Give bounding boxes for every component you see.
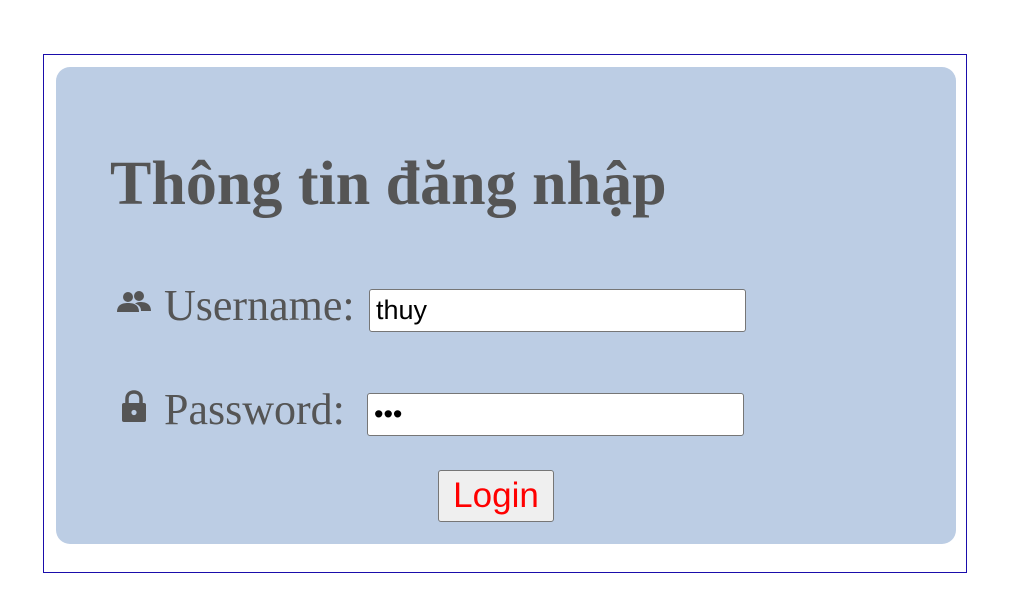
- password-label: Password:: [164, 385, 345, 434]
- lock-icon: [120, 390, 148, 424]
- username-label: Username:: [164, 281, 355, 330]
- people-icon: [116, 289, 152, 317]
- password-input[interactable]: [367, 393, 744, 436]
- page-title: Thông tin đăng nhập: [110, 150, 667, 218]
- username-input[interactable]: [369, 289, 746, 332]
- login-button[interactable]: Login: [438, 470, 554, 522]
